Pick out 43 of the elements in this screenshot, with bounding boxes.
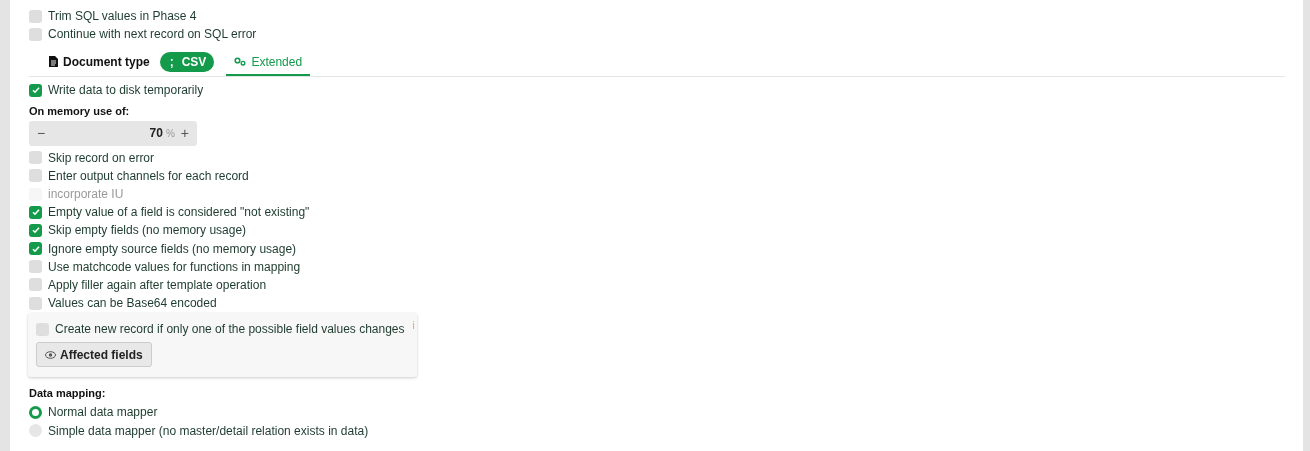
checkbox[interactable] xyxy=(29,9,42,23)
checkbox-label: Continue with next record on SQL error xyxy=(48,27,257,42)
checkbox[interactable] xyxy=(29,205,42,219)
checkbox[interactable] xyxy=(29,296,42,310)
field-label: On memory use of: xyxy=(29,104,131,117)
checkbox[interactable] xyxy=(29,278,42,292)
csv-badge[interactable]: ; CSV xyxy=(159,51,215,72)
checkbox-label: Enter output channels for each record xyxy=(48,168,249,183)
affected-fields-button[interactable]: Affected fields xyxy=(36,342,152,368)
memory-stepper[interactable]: − 70 % + xyxy=(29,120,197,146)
checkbox-label: Empty value of a field is considered "not existing" xyxy=(48,205,310,220)
checkbox-label: incorporate IU xyxy=(48,187,124,202)
checkbox-label: Values can be Base64 encoded xyxy=(48,296,217,311)
checkbox[interactable] xyxy=(29,242,42,256)
gears-icon xyxy=(234,57,247,67)
extended-tab[interactable]: Extended xyxy=(226,49,311,77)
checkbox[interactable] xyxy=(36,322,49,336)
decrement-button[interactable]: − xyxy=(33,125,50,142)
checkbox[interactable] xyxy=(29,223,42,237)
section-label: Data mapping: xyxy=(29,387,107,400)
checkbox-label: Skip empty fields (no memory usage) xyxy=(48,223,247,238)
radio-label: Simple data mapper (no master/detail relation exists in data) xyxy=(48,423,369,438)
increment-button[interactable]: + xyxy=(176,125,193,142)
checkbox-label: Trim SQL values in Phase 4 xyxy=(48,9,197,24)
checkbox[interactable] xyxy=(29,27,42,41)
document-icon xyxy=(49,56,58,68)
checkbox-label: Use matchcode values for functions in mapping xyxy=(48,259,301,274)
percent-unit: % xyxy=(165,127,175,139)
checkbox[interactable] xyxy=(29,260,42,274)
checkbox-label: Ignore empty source fields (no memory usage) xyxy=(48,241,297,256)
checkbox[interactable] xyxy=(29,83,42,97)
radio-label: Normal data mapper xyxy=(48,405,158,420)
checkbox-label: Apply filler again after template operation xyxy=(48,277,267,292)
radio-button[interactable] xyxy=(29,405,42,419)
radio-button[interactable] xyxy=(29,424,42,438)
eye-icon xyxy=(45,350,56,359)
memory-value: 70 xyxy=(149,126,163,141)
checkbox-label: Create new record if only one of the possible field values changes xyxy=(55,322,405,337)
checkbox[interactable] xyxy=(29,169,42,183)
checkbox-label: Write data to disk temporarily xyxy=(48,83,204,98)
checkbox[interactable] xyxy=(29,151,42,165)
document-type-tab[interactable]: Document type ; CSV xyxy=(29,49,223,77)
checkbox-label: Skip record on error xyxy=(48,150,155,165)
